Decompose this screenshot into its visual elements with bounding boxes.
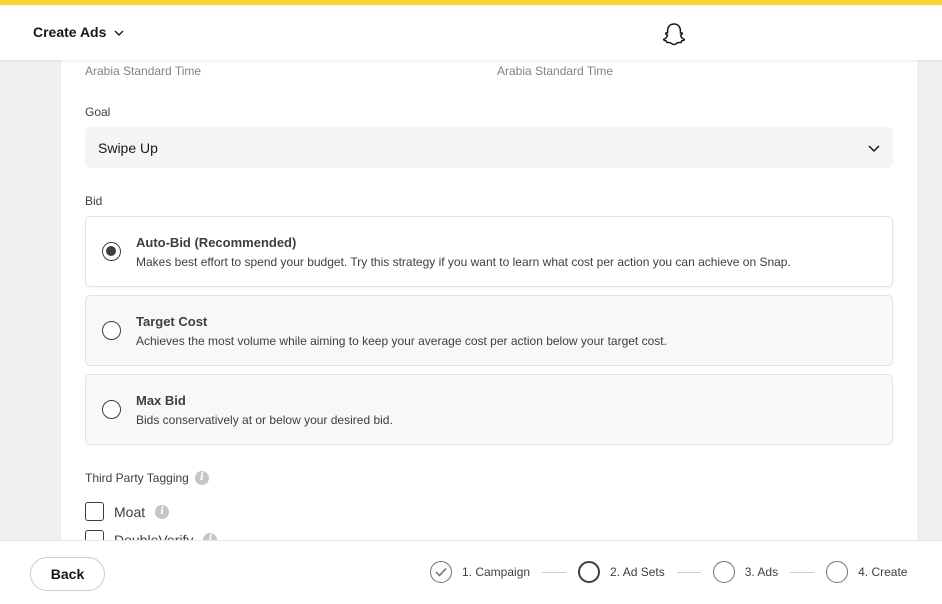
- third-party-tagging-label: Third Party Tagging i: [85, 471, 209, 485]
- bid-option-title: Auto-Bid (Recommended): [136, 235, 297, 250]
- bid-option-title: Max Bid: [136, 393, 186, 408]
- moat-checkbox-row[interactable]: Moat i: [85, 502, 170, 521]
- step-current-circle-icon: [578, 561, 601, 583]
- doubleverify-checkbox-row[interactable]: DoubleVerify i: [85, 530, 218, 541]
- info-icon[interactable]: i: [194, 471, 209, 485]
- step-circle-icon: [712, 561, 735, 583]
- doubleverify-label: DoubleVerify: [114, 531, 194, 541]
- end-timezone-text: Arabia Standard Time: [497, 64, 614, 78]
- step-label: 1. Campaign: [462, 565, 531, 579]
- start-timezone-text: Arabia Standard Time: [85, 64, 202, 78]
- step-create[interactable]: 4. Create: [826, 561, 907, 583]
- progress-stepper: 1. Campaign 2. Ad Sets 3. Ads 4. Create: [430, 561, 907, 583]
- chevron-down-icon: [868, 140, 880, 156]
- checkmark-icon: [430, 561, 452, 583]
- step-connector: [790, 571, 815, 573]
- bid-label: Bid: [85, 194, 103, 208]
- step-ads[interactable]: 3. Ads: [712, 561, 779, 583]
- radio-unselected-icon[interactable]: [102, 321, 121, 340]
- bid-option-description: Achieves the most volume while aiming to…: [136, 334, 667, 348]
- goal-select[interactable]: Swipe Up: [85, 127, 893, 168]
- bid-option-target-cost[interactable]: Target Cost Achieves the most volume whi…: [85, 295, 893, 366]
- goal-selected-value: Swipe Up: [98, 139, 158, 156]
- bid-option-description: Bids conservatively at or below your des…: [136, 413, 393, 427]
- bid-option-auto-bid[interactable]: Auto-Bid (Recommended) Makes best effort…: [85, 216, 893, 287]
- bid-option-title: Target Cost: [136, 314, 208, 329]
- radio-selected-icon[interactable]: [102, 242, 121, 261]
- bid-option-description: Makes best effort to spend your budget. …: [136, 255, 791, 269]
- top-header: Create Ads: [0, 5, 942, 60]
- back-button[interactable]: Back: [30, 557, 105, 591]
- step-connector: [542, 571, 567, 573]
- bid-option-max-bid[interactable]: Max Bid Bids conservatively at or below …: [85, 374, 893, 445]
- snapchat-ghost-icon[interactable]: [661, 22, 687, 53]
- step-campaign[interactable]: 1. Campaign: [430, 561, 530, 583]
- step-circle-icon: [826, 561, 849, 583]
- checkbox-icon[interactable]: [85, 530, 104, 540]
- step-label: 2. Ad Sets: [610, 565, 665, 579]
- info-icon[interactable]: i: [155, 504, 170, 519]
- goal-label: Goal: [85, 105, 111, 119]
- create-ads-title: Create Ads: [33, 24, 107, 40]
- chevron-down-icon: [114, 24, 124, 40]
- step-label: 3. Ads: [744, 565, 779, 579]
- radio-unselected-icon[interactable]: [102, 400, 121, 419]
- create-ads-menu[interactable]: Create Ads: [33, 24, 124, 40]
- info-icon[interactable]: i: [203, 532, 218, 540]
- step-connector: [676, 571, 701, 573]
- footer-bar: Back 1. Campaign 2. Ad Sets 3. Ads 4. Cr…: [0, 540, 942, 604]
- checkbox-icon[interactable]: [85, 502, 104, 521]
- step-label: 4. Create: [858, 565, 908, 579]
- step-ad-sets[interactable]: 2. Ad Sets: [578, 561, 665, 583]
- moat-label: Moat: [114, 503, 146, 520]
- third-party-tagging-text: Third Party Tagging: [85, 471, 189, 485]
- ad-set-form-panel: Arabia Standard Time Arabia Standard Tim…: [61, 60, 917, 540]
